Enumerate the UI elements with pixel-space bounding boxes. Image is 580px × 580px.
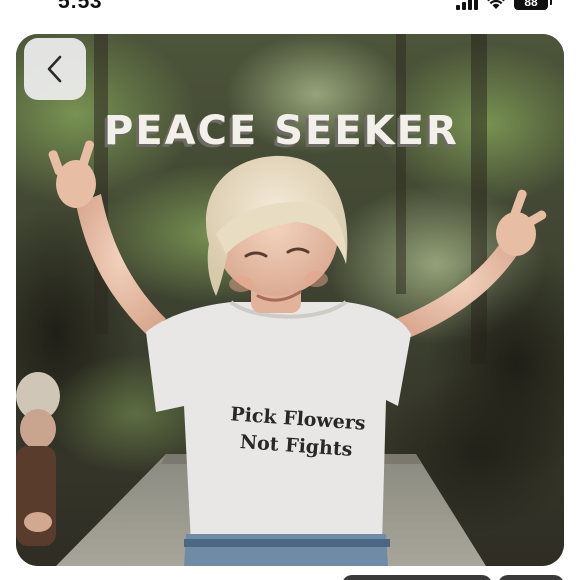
back-button[interactable] bbox=[24, 38, 86, 100]
chevron-left-icon bbox=[47, 55, 62, 83]
signal-icon bbox=[456, 0, 478, 10]
headline-text: PEACE SEEKER bbox=[104, 108, 459, 154]
app-screen: 5:53 88 PEACE SEEKER Pick Flowers Not Fi… bbox=[0, 0, 580, 580]
bottom-action-button[interactable] bbox=[342, 575, 492, 580]
status-icons: 88 bbox=[456, 0, 552, 10]
status-time: 5:53 bbox=[58, 0, 103, 13]
status-bar: 5:53 88 bbox=[0, 0, 580, 14]
wifi-icon bbox=[487, 0, 505, 9]
photo-card[interactable]: PEACE SEEKER Pick Flowers Not Fights bbox=[16, 34, 564, 566]
battery-icon: 88 bbox=[514, 0, 552, 10]
bottom-secondary-button[interactable] bbox=[498, 575, 564, 580]
